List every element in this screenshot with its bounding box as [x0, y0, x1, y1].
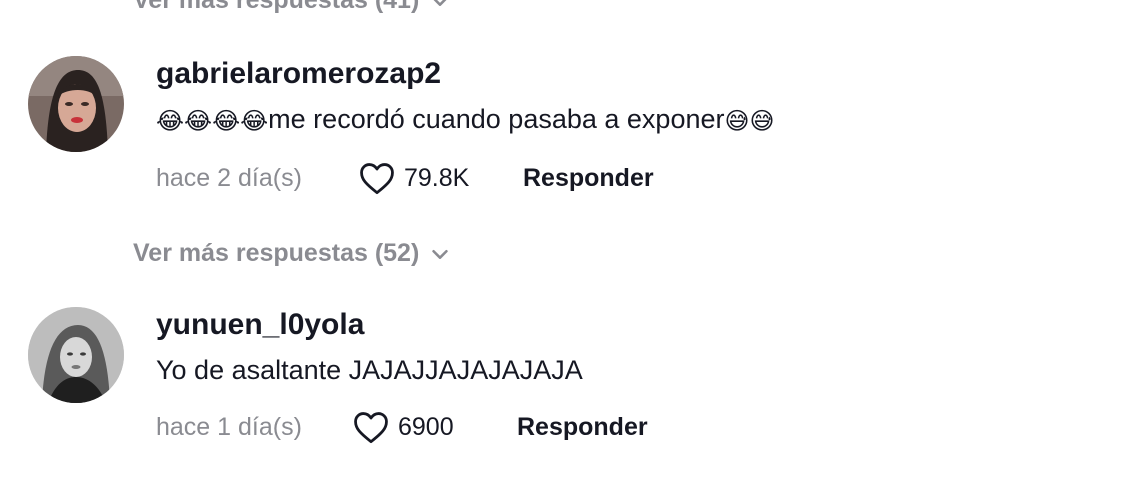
- comment-body: gabrielaromerozap2 😂😂😂😂me recordó cuando…: [156, 56, 1096, 198]
- laughing-emoji-group: 😂😂😂😂: [156, 107, 269, 135]
- comment-body: yunuen_l0yola Yo de asaltante JAJAJJAJAJ…: [156, 307, 1096, 447]
- comment-text-content: me recordó cuando pasaba a exponer: [268, 104, 725, 134]
- comment-actions: hace 1 día(s) 6900 Responder: [156, 407, 1096, 447]
- comment-item: gabrielaromerozap2 😂😂😂😂me recordó cuando…: [28, 56, 1108, 206]
- comment-text: Yo de asaltante JAJAJJAJAJAJAJA: [156, 355, 583, 385]
- like-button[interactable]: 79.8K: [358, 161, 514, 195]
- comment-username[interactable]: gabrielaromerozap2: [156, 56, 1096, 92]
- chevron-down-icon: [432, 249, 448, 259]
- sweat-smile-emoji-group: 😅😅: [724, 107, 775, 135]
- view-more-replies[interactable]: Ver más respuestas (52): [133, 239, 451, 268]
- heart-outline-icon: [360, 163, 394, 195]
- comment-timestamp: hace 1 día(s): [156, 412, 302, 441]
- comment-actions: hace 2 día(s) 79.8K Responder: [156, 158, 1096, 198]
- view-more-replies-label: Ver más respuestas (41): [133, 0, 420, 14]
- reply-button[interactable]: Responder: [517, 413, 648, 442]
- comment-username[interactable]: yunuen_l0yola: [156, 307, 1096, 343]
- view-more-replies-top[interactable]: Ver más respuestas (41): [133, 0, 451, 15]
- heart-outline-icon: [354, 412, 388, 444]
- avatar[interactable]: [28, 56, 124, 152]
- avatar[interactable]: [28, 307, 124, 403]
- chevron-down-icon: [434, 0, 447, 6]
- comment-item: yunuen_l0yola Yo de asaltante JAJAJJAJAJ…: [28, 307, 1108, 457]
- like-button[interactable]: 6900: [352, 410, 508, 444]
- view-more-replies-label: Ver más respuestas (52): [133, 239, 420, 267]
- comment-text: 😂😂😂😂me recordó cuando pasaba a exponer😅😅: [156, 102, 1096, 138]
- like-count: 79.8K: [404, 163, 470, 192]
- comment-timestamp: hace 2 día(s): [156, 163, 302, 192]
- like-count: 6900: [398, 412, 454, 441]
- reply-button[interactable]: Responder: [523, 164, 654, 193]
